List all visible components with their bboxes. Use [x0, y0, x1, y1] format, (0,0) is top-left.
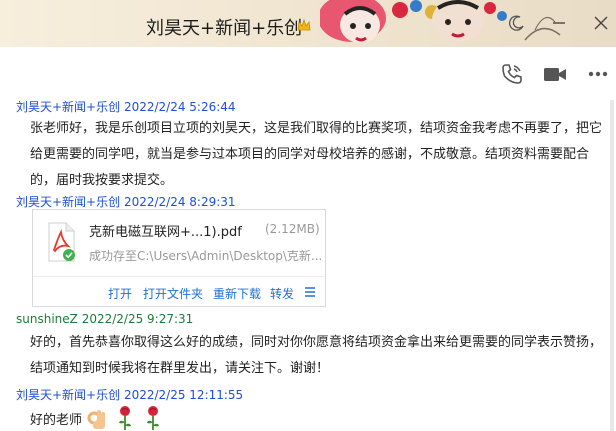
forward-button[interactable]: 转发 — [270, 285, 294, 302]
sender-name[interactable]: 刘昊天+新闻+乐创 — [16, 100, 120, 114]
message-header: 刘昊天+新闻+乐创 2022/2/24 8:29:31 — [16, 193, 236, 210]
message-text: 好的，首先恭喜你取得这么好的成绩，同时对你你愿意将结项资金拿出来给更需要的同学表… — [30, 335, 603, 376]
rose-icon — [119, 406, 131, 430]
ok-hand-icon — [87, 410, 105, 429]
file-attachment-card[interactable]: 克新电磁互联网+...1).pdf (2.12MB) 成功存至C:\Users\… — [32, 209, 326, 307]
message-header: 刘昊天+新闻+乐创 2022/2/24 5:26:44 — [16, 98, 236, 115]
close-icon[interactable] — [592, 14, 610, 32]
title-bar: 刘昊天+新闻+乐创 — [0, 0, 616, 47]
file-size: (2.12MB) — [265, 222, 320, 236]
message-emoji-row: 好的老师 — [30, 404, 330, 431]
video-icon[interactable] — [543, 62, 567, 86]
sender-name[interactable]: sunshineZ — [16, 312, 78, 326]
crown-badge-icon — [297, 19, 311, 31]
sender-name[interactable]: 刘昊天+新闻+乐创 — [16, 195, 120, 209]
message-time: 2022/2/25 12:11:55 — [123, 388, 244, 402]
file-info: 克新电磁互联网+...1).pdf (2.12MB) 成功存至C:\Users\… — [33, 210, 325, 276]
pdf-file-icon — [48, 222, 75, 262]
scrollbar[interactable] — [610, 100, 614, 431]
window-title: 刘昊天+新闻+乐创 — [146, 18, 303, 39]
phone-icon[interactable] — [500, 62, 524, 86]
message-header: 刘昊天+新闻+乐创 2022/2/25 12:11:55 — [16, 386, 243, 403]
rose-icon — [147, 406, 159, 430]
theme-toggle-icon[interactable] — [508, 14, 526, 32]
open-file-button[interactable]: 打开 — [108, 285, 132, 302]
sender-name[interactable]: 刘昊天+新闻+乐创 — [16, 388, 120, 402]
file-name[interactable]: 克新电磁互联网+...1).pdf — [89, 221, 242, 240]
message-header: sunshineZ 2022/2/25 9:27:31 — [16, 312, 193, 326]
message-text: 好的老师 — [30, 413, 83, 428]
more-icon[interactable] — [586, 62, 610, 86]
redownload-button[interactable]: 重新下载 — [213, 285, 261, 302]
menu-icon[interactable] — [304, 286, 316, 298]
message-time: 2022/2/24 5:26:44 — [123, 100, 236, 114]
message-time: 2022/2/25 9:27:31 — [81, 312, 194, 326]
message-text: 张老师好，我是乐创项目立项的刘昊天，这是我们取得的比赛奖项，结项资金我考虑不再要… — [30, 121, 603, 188]
message-time: 2022/2/24 8:29:31 — [123, 195, 236, 209]
open-folder-button[interactable]: 打开文件夹 — [143, 285, 203, 302]
file-actions: 打开 打开文件夹 重新下载 转发 — [33, 276, 325, 306]
file-save-status: 成功存至C:\Users\Admin\Desktop\克新... — [89, 249, 321, 263]
opera-mask-decoration — [320, 0, 561, 43]
minimize-icon[interactable] — [550, 14, 568, 32]
